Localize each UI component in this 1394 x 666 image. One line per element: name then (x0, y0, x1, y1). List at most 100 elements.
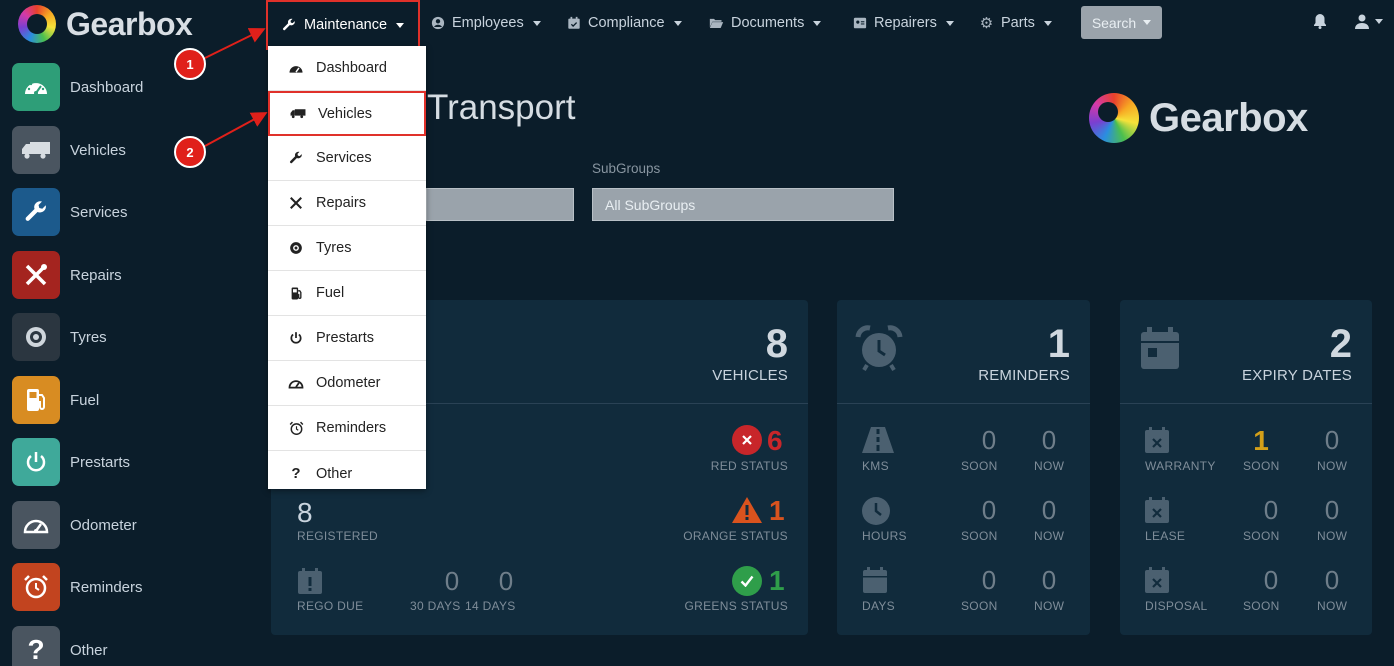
fuel-icon (12, 376, 60, 424)
nav-compliance-label: Compliance (588, 15, 665, 31)
disposal-now-label: NOW (1317, 599, 1348, 613)
nav-repairers[interactable]: Repairers (852, 0, 954, 46)
question-icon: ? (291, 465, 301, 482)
nav-parts-label: Parts (1001, 15, 1035, 31)
subgroups-select[interactable]: All SubGroups (592, 188, 894, 221)
nav-compliance[interactable]: Compliance (566, 0, 682, 46)
dropdown-item-label: Dashboard (316, 60, 387, 76)
subgroups-label: SubGroups (592, 161, 661, 176)
sidebar: Dashboard Vehicles Services Repairs Tyre… (0, 46, 250, 666)
truck-icon (290, 107, 306, 120)
sidebar-item-repairs[interactable]: Repairs (12, 251, 122, 299)
truck-icon (12, 126, 60, 174)
orange-status-count: 1 (769, 495, 785, 526)
calendar-x-icon (1144, 566, 1170, 594)
disposal-now-count: 0 (1324, 565, 1340, 595)
nav-documents-label: Documents (731, 15, 805, 31)
tools-icon (12, 251, 60, 299)
user-menu[interactable] (1354, 13, 1383, 29)
maintenance-dropdown-menu: Dashboard Vehicles Services Repairs Tyre… (268, 46, 426, 489)
group-select[interactable] (426, 188, 574, 221)
days-now-count: 0 (1041, 565, 1057, 595)
dropdown-item-vehicles[interactable]: Vehicles (268, 91, 426, 136)
rego-due-14-count: 0 (498, 566, 514, 596)
warning-icon (731, 496, 763, 524)
dropdown-item-odometer[interactable]: Odometer (268, 361, 426, 406)
calendar-alert-icon (297, 567, 323, 595)
power-icon (288, 331, 304, 345)
check-circle-icon (732, 566, 762, 596)
alarm-icon (288, 421, 304, 436)
vehicles-count: 8 (765, 322, 788, 366)
rego-due-30-label: 30 DAYS (410, 599, 461, 613)
expiry-count: 2 (1329, 322, 1352, 366)
gear-icon: ⚙ (979, 15, 994, 32)
dropdown-item-repairs[interactable]: Repairs (268, 181, 426, 226)
sidebar-item-label: Services (70, 203, 128, 221)
reminders-panel: 1 REMINDERS KMS 0 SOON 0 NOW HOURS 0 SOO… (837, 300, 1090, 635)
dropdown-item-fuel[interactable]: Fuel (268, 271, 426, 316)
nav-employees[interactable]: Employees (430, 0, 541, 46)
brand-name-large: Gearbox (1149, 95, 1308, 140)
rego-due-30-count: 0 (444, 566, 460, 596)
wrench-icon (12, 188, 60, 236)
sidebar-item-fuel[interactable]: Fuel (12, 376, 99, 424)
question-icon: ? (12, 626, 60, 666)
brand-logo[interactable]: Gearbox (18, 5, 193, 43)
dropdown-item-other[interactable]: ? Other (268, 451, 426, 496)
dropdown-item-reminders[interactable]: Reminders (268, 406, 426, 451)
hours-soon-label: SOON (961, 529, 998, 543)
sidebar-item-tyres[interactable]: Tyres (12, 313, 107, 361)
sidebar-item-dashboard[interactable]: Dashboard (12, 63, 143, 111)
lease-soon-label: SOON (1243, 529, 1280, 543)
odometer-icon (12, 501, 60, 549)
brand-name: Gearbox (66, 5, 193, 42)
sidebar-item-prestarts[interactable]: Prestarts (12, 438, 130, 486)
warranty-now-count: 0 (1324, 425, 1340, 455)
vehicles-count-label: VEHICLES (712, 367, 788, 384)
dropdown-item-tyres[interactable]: Tyres (268, 226, 426, 271)
chevron-down-icon (1375, 18, 1383, 24)
sidebar-item-odometer[interactable]: Odometer (12, 501, 137, 549)
rego-due-label: REGO DUE (297, 599, 364, 613)
tyre-icon (12, 313, 60, 361)
annotation-badge-2: 2 (174, 136, 206, 168)
hours-now-label: NOW (1034, 529, 1065, 543)
nav-documents[interactable]: Documents (709, 0, 822, 46)
dropdown-item-services[interactable]: Services (268, 136, 426, 181)
road-icon (861, 426, 895, 454)
sidebar-item-reminders[interactable]: Reminders (12, 563, 143, 611)
sidebar-item-other[interactable]: ? Other (12, 626, 108, 666)
clock-icon (861, 496, 891, 526)
sidebar-item-label: Reminders (70, 578, 143, 596)
dropdown-item-label: Prestarts (316, 330, 375, 346)
page-title: Transport (427, 88, 576, 127)
sidebar-item-label: Vehicles (70, 141, 126, 159)
nav-maintenance[interactable]: Maintenance (266, 0, 420, 50)
green-status-count: 1 (769, 565, 785, 596)
wrench-icon (282, 18, 297, 33)
dropdown-item-prestarts[interactable]: Prestarts (268, 316, 426, 361)
nav-parts[interactable]: ⚙ Parts (979, 0, 1052, 46)
kms-label: KMS (862, 459, 889, 473)
warranty-soon-label: SOON (1243, 459, 1280, 473)
dashboard-icon (12, 63, 60, 111)
orange-status-label: ORANGE STATUS (683, 529, 788, 543)
lease-now-label: NOW (1317, 529, 1348, 543)
power-icon (12, 438, 60, 486)
sidebar-item-label: Fuel (70, 391, 100, 409)
sidebar-item-services[interactable]: Services (12, 188, 128, 236)
nav-repairers-label: Repairers (874, 15, 937, 31)
chevron-down-icon (813, 20, 822, 26)
warranty-label: WARRANTY (1145, 459, 1216, 473)
bell-icon[interactable] (1313, 13, 1327, 34)
dropdown-item-label: Fuel (316, 285, 345, 301)
dropdown-item-label: Vehicles (318, 105, 373, 122)
expiry-count-label: EXPIRY DATES (1242, 367, 1352, 384)
sidebar-item-vehicles[interactable]: Vehicles (12, 126, 126, 174)
chevron-down-icon (1043, 20, 1052, 26)
lease-now-count: 0 (1324, 495, 1340, 525)
search-button[interactable]: Search (1081, 6, 1162, 39)
tools-icon (288, 196, 304, 210)
dropdown-item-dashboard[interactable]: Dashboard (268, 46, 426, 91)
